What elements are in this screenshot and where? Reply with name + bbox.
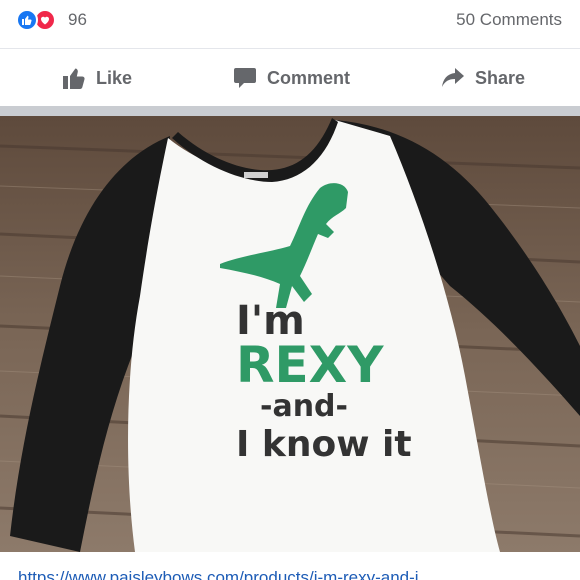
shirt-photo-image: I'm REXY -and- I know it <box>0 116 580 552</box>
shirt-text-line4: I know it <box>236 424 412 465</box>
comment-bubble-icon <box>233 67 257 89</box>
share-arrow-icon <box>441 67 465 89</box>
thumbs-up-icon <box>62 67 86 89</box>
comment-label: Comment <box>267 67 351 88</box>
shirt-text-line2: REXY <box>236 336 384 394</box>
link-url[interactable]: https://www.paisleybows.com/products/i-m… <box>18 568 419 580</box>
share-button[interactable]: Share <box>441 50 525 106</box>
section-divider <box>0 106 580 116</box>
like-button[interactable]: Like <box>62 50 132 106</box>
reaction-icons[interactable] <box>16 9 64 31</box>
comments-count[interactable]: 50 Comments <box>456 10 562 30</box>
share-label: Share <box>475 67 526 88</box>
link-preview[interactable]: https://www.paisleybows.com/products/i-m… <box>0 552 580 580</box>
post-actions-bar: Like Comment Share <box>0 50 580 106</box>
reactions-summary[interactable]: 96 50 Comments <box>0 0 580 49</box>
like-reaction-icon <box>16 9 38 31</box>
shirt-text-line3: -and- <box>260 389 348 424</box>
comment-button[interactable]: Comment <box>233 50 350 106</box>
reaction-count[interactable]: 96 <box>68 10 87 30</box>
post-photo[interactable]: I'm REXY -and- I know it <box>0 116 580 552</box>
like-label: Like <box>96 67 133 88</box>
